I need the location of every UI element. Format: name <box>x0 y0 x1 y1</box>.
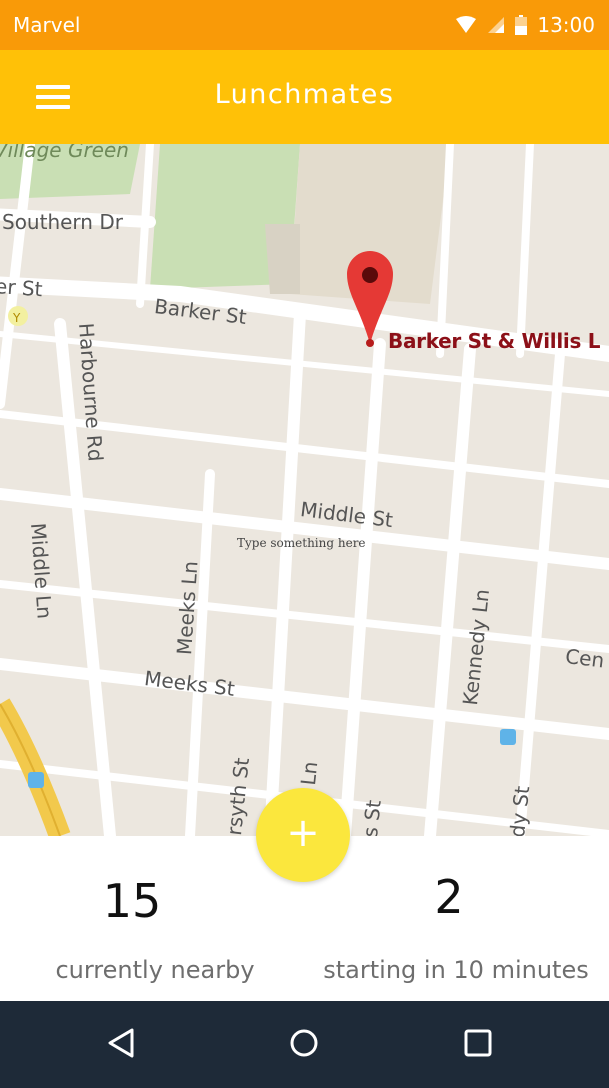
starting-count: 2 <box>434 870 464 924</box>
status-time: 13:00 <box>537 13 595 37</box>
map-text-input[interactable] <box>237 534 387 552</box>
map-label-cen: Cen <box>564 644 606 673</box>
battery-icon <box>515 15 528 35</box>
add-button[interactable]: + <box>256 788 350 882</box>
map-label-dy-st: dy St <box>505 784 535 836</box>
status-bar: Marvel 13:00 <box>0 0 609 50</box>
nearby-label: currently nearby <box>55 956 255 984</box>
system-nav-bar <box>0 1001 609 1088</box>
map-view[interactable]: Y Village Green Southern Dr er St Barker… <box>0 144 609 836</box>
screen: Marvel 13:00 Lunchmates Y Village Green … <box>0 0 609 1088</box>
starting-label: starting in 10 minutes <box>323 956 589 984</box>
map-label-village-green: Village Green <box>0 144 129 162</box>
location-pin-icon[interactable] <box>347 250 393 347</box>
svg-text:Y: Y <box>12 311 21 325</box>
map-label-ln: Ln <box>296 760 323 787</box>
pin-location-label: Barker St & Willis L <box>388 329 601 353</box>
status-app-name: Marvel <box>13 13 81 37</box>
wifi-icon <box>456 16 477 33</box>
recents-icon[interactable] <box>453 1021 503 1065</box>
app-bar: Lunchmates <box>0 50 609 144</box>
nearby-count: 15 <box>102 874 162 928</box>
cellular-signal-icon <box>488 17 505 33</box>
status-icons: 13:00 <box>455 12 595 38</box>
map-label-southern-dr: Southern Dr <box>2 210 123 234</box>
back-icon[interactable] <box>96 1021 146 1065</box>
map-label-er-st: er St <box>0 274 44 302</box>
map-label-s-st: s St <box>358 798 386 836</box>
app-title: Lunchmates <box>214 79 395 110</box>
home-icon[interactable] <box>279 1021 329 1065</box>
map-streets: Y <box>0 144 609 836</box>
